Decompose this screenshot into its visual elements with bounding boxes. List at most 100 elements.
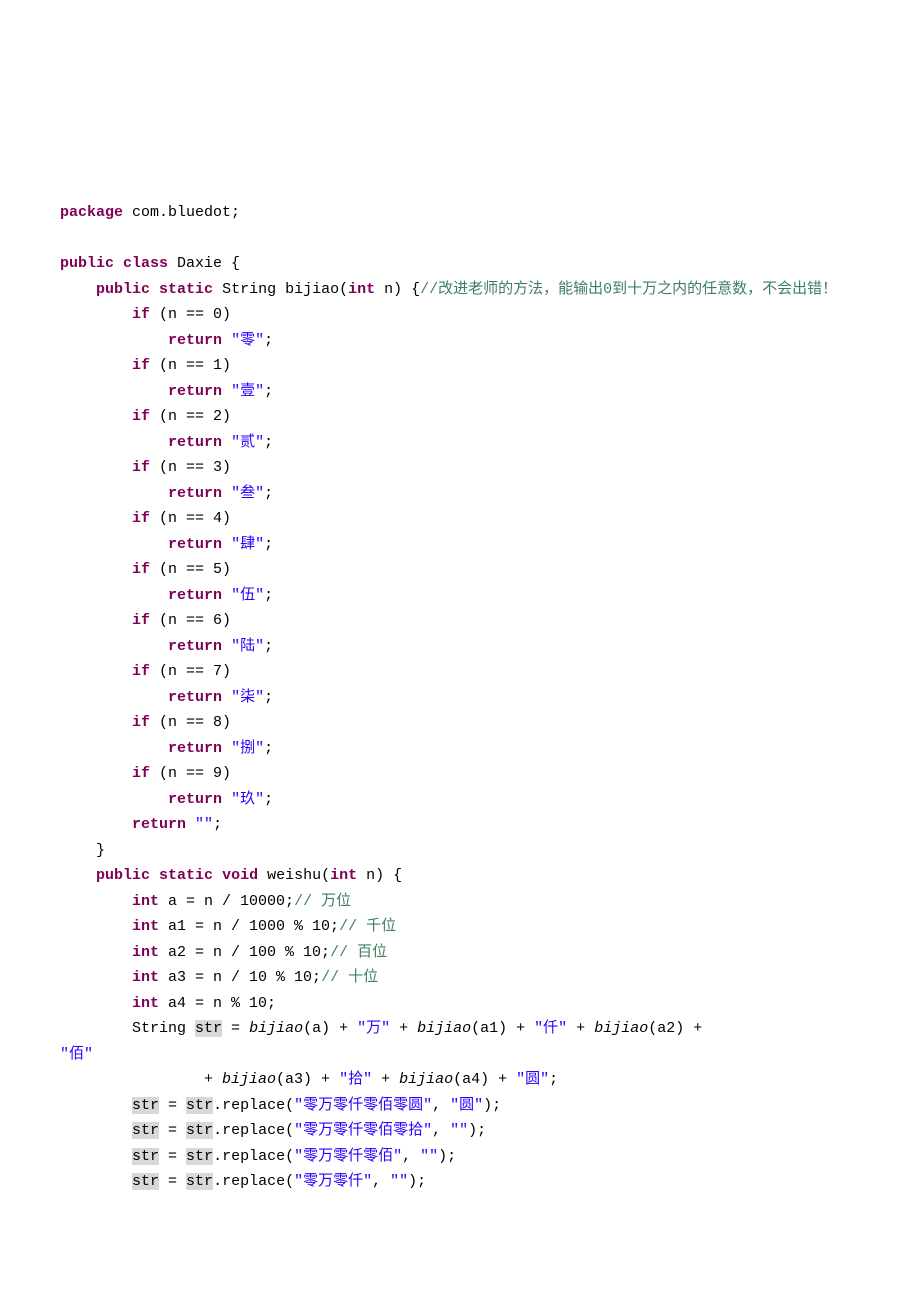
keyword: return: [168, 536, 222, 553]
indent: [60, 918, 132, 935]
keyword: if: [132, 357, 150, 374]
indent: [60, 1148, 132, 1165]
code-line: int a4 = n % 10;: [60, 991, 860, 1017]
keyword: public: [96, 867, 150, 884]
keyword: static: [159, 281, 213, 298]
code-text: (n == 5): [150, 561, 231, 578]
code-text: (a2) +: [648, 1020, 711, 1037]
string: "仟": [534, 1020, 567, 1037]
code-text: a3 = n / 10 % 10;: [159, 969, 321, 986]
code-text: n) {: [375, 281, 420, 298]
indent: [60, 1122, 132, 1139]
comment: // 万位: [294, 893, 351, 910]
code-line: public static void weishu(int n) {: [60, 863, 860, 889]
space: [222, 383, 231, 400]
code-text: (n == 0): [150, 306, 231, 323]
code-text: (n == 9): [150, 765, 231, 782]
keyword: int: [132, 893, 159, 910]
indent: [60, 408, 132, 425]
code-text: =: [222, 1020, 249, 1037]
code-text: weishu(: [258, 867, 330, 884]
code-line: str = str.replace("零万零仟零佰零圆", "圆");: [60, 1093, 860, 1119]
highlighted-var: str: [132, 1122, 159, 1139]
keyword: return: [168, 332, 222, 349]
code-line: if (n == 3): [60, 455, 860, 481]
code-text: ;: [264, 638, 273, 655]
code-text: (n == 7): [150, 663, 231, 680]
code-text: (n == 2): [150, 408, 231, 425]
space: [222, 791, 231, 808]
method-call: bijiao: [399, 1071, 453, 1088]
code-line: return "陆";: [60, 634, 860, 660]
string: "玖": [231, 791, 264, 808]
keyword: class: [123, 255, 168, 272]
code-text: ;: [264, 791, 273, 808]
space: [186, 816, 195, 833]
indent: [60, 485, 168, 502]
indent: [60, 867, 96, 884]
indent: [60, 281, 96, 298]
keyword: if: [132, 612, 150, 629]
indent: [60, 893, 132, 910]
code-line: return "叁";: [60, 481, 860, 507]
code-text: a4 = n % 10;: [159, 995, 276, 1012]
code-text: n) {: [357, 867, 402, 884]
code-text: ;: [264, 332, 273, 349]
keyword: static: [159, 867, 213, 884]
code-text: =: [159, 1148, 186, 1165]
code-line: int a2 = n / 100 % 10;// 百位: [60, 940, 860, 966]
code-line: if (n == 0): [60, 302, 860, 328]
keyword: int: [132, 918, 159, 935]
keyword: if: [132, 714, 150, 731]
keyword: return: [168, 689, 222, 706]
keyword: int: [132, 969, 159, 986]
string: "圆": [516, 1071, 549, 1088]
code-text: +: [567, 1020, 594, 1037]
highlighted-var: str: [186, 1097, 213, 1114]
string: "": [195, 816, 213, 833]
keyword: return: [168, 740, 222, 757]
method-call: bijiao: [249, 1020, 303, 1037]
code-text: (n == 6): [150, 612, 231, 629]
code-text: ;: [213, 816, 222, 833]
code-text: String: [132, 1020, 195, 1037]
keyword: if: [132, 408, 150, 425]
code-text: ,: [402, 1148, 420, 1165]
string: "万": [357, 1020, 390, 1037]
space: [222, 740, 231, 757]
highlighted-var: str: [186, 1122, 213, 1139]
indent: [60, 357, 132, 374]
highlighted-var: str: [186, 1148, 213, 1165]
highlighted-var: str: [186, 1173, 213, 1190]
code-text: ;: [264, 485, 273, 502]
keyword-package: package: [60, 204, 123, 221]
indent: [60, 969, 132, 986]
code-line: if (n == 6): [60, 608, 860, 634]
indent: [60, 689, 168, 706]
code-line: return "柒";: [60, 685, 860, 711]
string: "陆": [231, 638, 264, 655]
keyword: int: [348, 281, 375, 298]
code-text: +: [372, 1071, 399, 1088]
code-line: return "零";: [60, 328, 860, 354]
keyword: return: [168, 383, 222, 400]
string: "捌": [231, 740, 264, 757]
code-text: ;: [264, 587, 273, 604]
string: "贰": [231, 434, 264, 451]
method-call: bijiao: [417, 1020, 471, 1037]
indent: [60, 740, 168, 757]
code-line: return "肆";: [60, 532, 860, 558]
keyword: void: [222, 867, 258, 884]
code-line: str = str.replace("零万零仟", "");: [60, 1169, 860, 1195]
code-text: (a3) +: [276, 1071, 339, 1088]
indent: [60, 765, 132, 782]
code-line: int a3 = n / 10 % 10;// 十位: [60, 965, 860, 991]
code-text: (a) +: [303, 1020, 357, 1037]
string: "零万零仟零佰": [294, 1148, 402, 1165]
blank-line: [60, 226, 860, 252]
string: "零万零仟零佰零圆": [294, 1097, 432, 1114]
keyword: if: [132, 306, 150, 323]
space: [222, 485, 231, 502]
code-line: return "贰";: [60, 430, 860, 456]
keyword: int: [132, 944, 159, 961]
